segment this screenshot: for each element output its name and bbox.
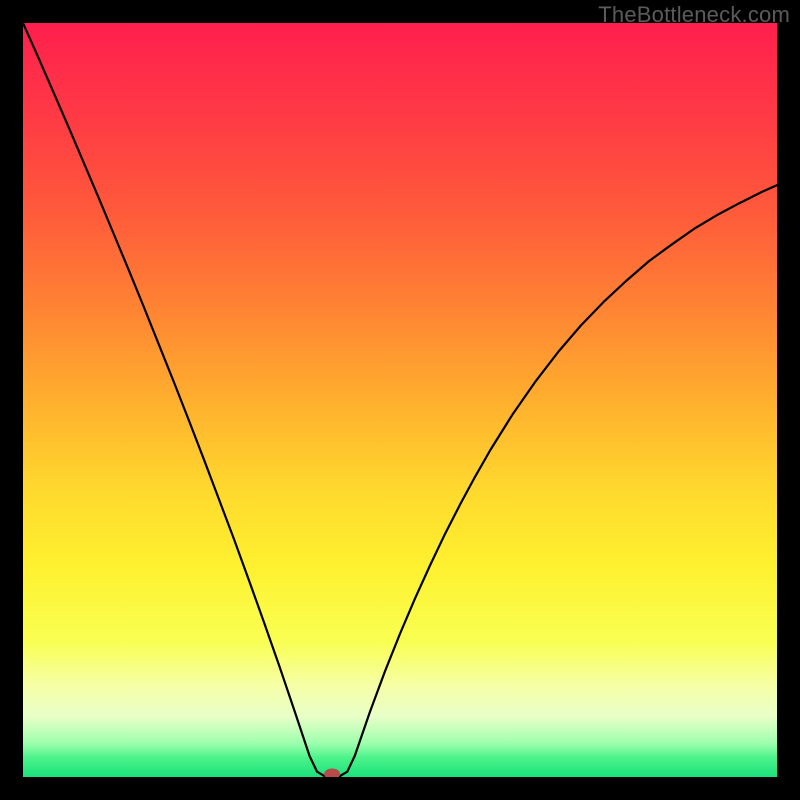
chart-stage: TheBottleneck.com bbox=[0, 0, 800, 800]
bottleneck-chart bbox=[23, 23, 777, 777]
gradient-background bbox=[23, 23, 777, 777]
watermark-text: TheBottleneck.com bbox=[598, 2, 790, 28]
